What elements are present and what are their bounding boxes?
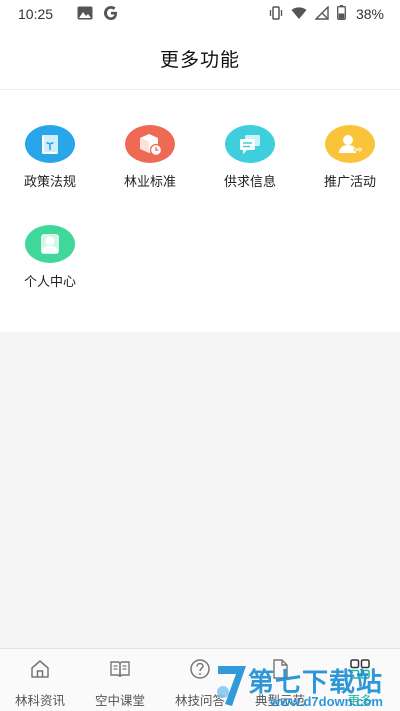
status-left: 10:25 [18,5,119,24]
status-time: 10:25 [18,6,54,22]
image-icon [77,6,93,23]
box-clock-icon [125,125,175,163]
grid-item-supply[interactable]: 供求信息 [200,90,300,190]
vibrate-icon [269,5,283,23]
page-title: 更多功能 [159,50,240,71]
grid-item-standards[interactable]: 林业标准 [100,90,200,190]
signal-icon [314,4,329,23]
page-header: 更多功能 [0,28,400,90]
watermark-logo-icon [214,662,250,711]
grid-item-promotion[interactable]: 推广活动 [300,90,400,190]
status-right: 38% [269,4,384,23]
feature-grid: 政策法规 林业标准 供求信息 推广活动 个人中心 [0,90,400,332]
nav-label: 空中课堂 [94,694,145,708]
grid-item-policy[interactable]: 政策法规 [0,90,100,190]
nav-item-news[interactable]: 林科资讯 [0,649,80,711]
home-icon [29,658,51,685]
status-bar: 10:25 38% [0,0,400,28]
open-book-icon [109,658,131,685]
user-share-icon [325,125,375,163]
grid-item-label: 供求信息 [223,174,276,189]
nav-label: 林科资讯 [14,694,65,708]
person-icon [25,225,75,263]
grid-item-label: 林业标准 [123,174,176,189]
watermark: 第七下载站 www.d7down.com [214,660,400,711]
policy-book-icon [25,125,75,163]
grid-item-profile[interactable]: 个人中心 [0,190,100,290]
battery-level: 38% [355,6,384,22]
grid-item-label: 政策法规 [23,174,76,189]
wifi-icon [291,6,307,23]
grid-item-label: 推广活动 [323,174,376,189]
question-icon [189,658,211,685]
chat-bubbles-icon [225,125,275,163]
google-icon [103,5,119,24]
battery-icon [337,5,346,23]
nav-item-classroom[interactable]: 空中课堂 [80,649,160,711]
watermark-subtitle: www.d7down.com [270,694,383,709]
grid-item-label: 个人中心 [23,274,76,289]
